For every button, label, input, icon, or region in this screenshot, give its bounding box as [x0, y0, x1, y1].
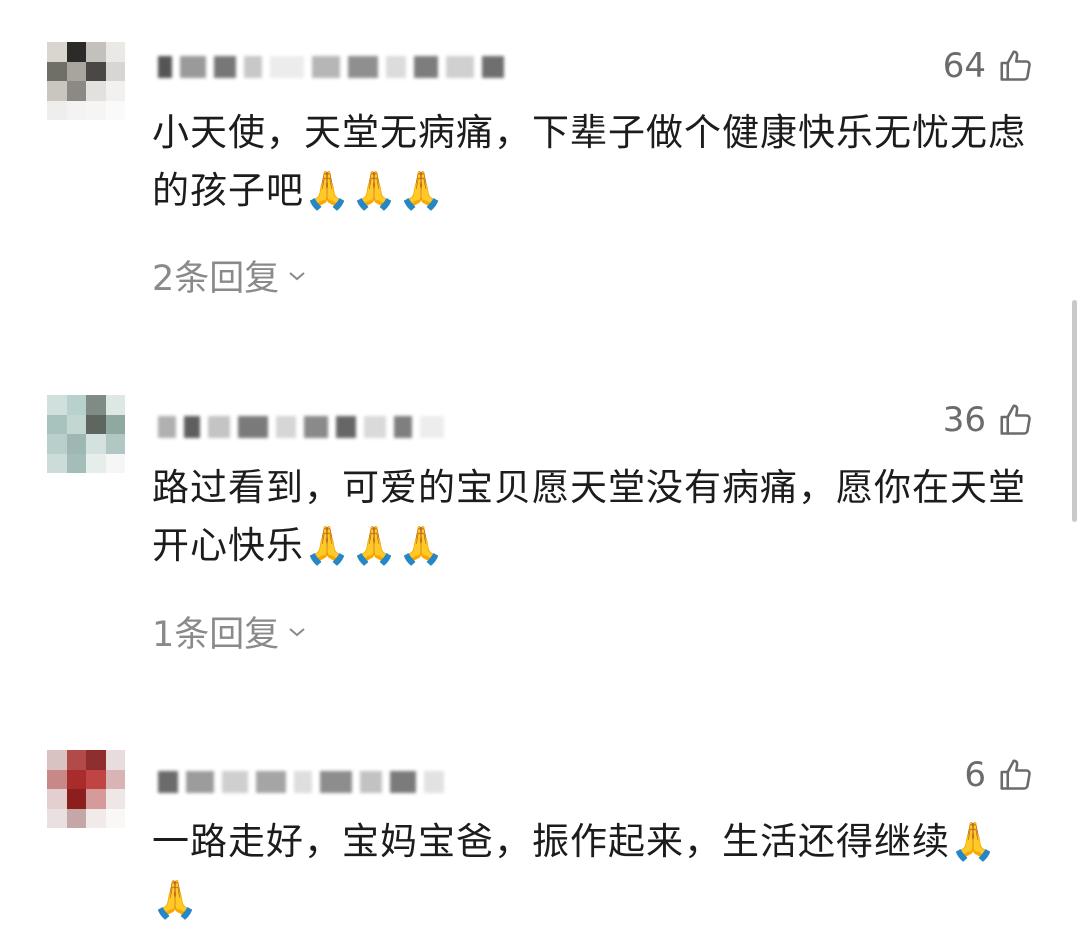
like-control[interactable]: 64	[943, 46, 1034, 86]
avatar[interactable]	[47, 42, 125, 120]
comment-text: 路过看到，可爱的宝贝愿天堂没有病痛，愿你在天堂开心快乐🙏🙏🙏	[152, 466, 1026, 567]
chevron-down-icon	[287, 625, 307, 639]
like-count: 64	[942, 46, 986, 86]
view-replies-button[interactable]: 2条回复	[152, 250, 307, 301]
thumbs-up-icon[interactable]	[998, 757, 1034, 793]
replies-label: 2条回复	[152, 259, 280, 299]
chevron-down-icon	[287, 269, 307, 283]
like-count: 36	[942, 400, 986, 440]
comment-text: 一路走好，宝妈宝爸，振作起来，生活还得继续🙏🙏	[152, 820, 998, 921]
comment-text: 小天使，天堂无病痛，下辈子做个健康快乐无忧无虑的孩子吧🙏🙏🙏	[152, 111, 1026, 212]
scrollbar[interactable]	[1072, 300, 1077, 522]
like-control[interactable]: 6	[964, 755, 1034, 795]
username-redacted[interactable]	[158, 50, 504, 84]
username-redacted[interactable]	[158, 765, 444, 799]
avatar[interactable]	[47, 395, 125, 473]
like-control[interactable]: 36	[943, 400, 1034, 440]
username-redacted[interactable]	[158, 410, 444, 444]
like-count: 6	[964, 755, 986, 795]
view-replies-button[interactable]: 1条回复	[152, 606, 307, 657]
avatar[interactable]	[47, 750, 125, 828]
thumbs-up-icon[interactable]	[998, 48, 1034, 84]
thumbs-up-icon[interactable]	[998, 402, 1034, 438]
replies-label: 1条回复	[152, 615, 280, 655]
